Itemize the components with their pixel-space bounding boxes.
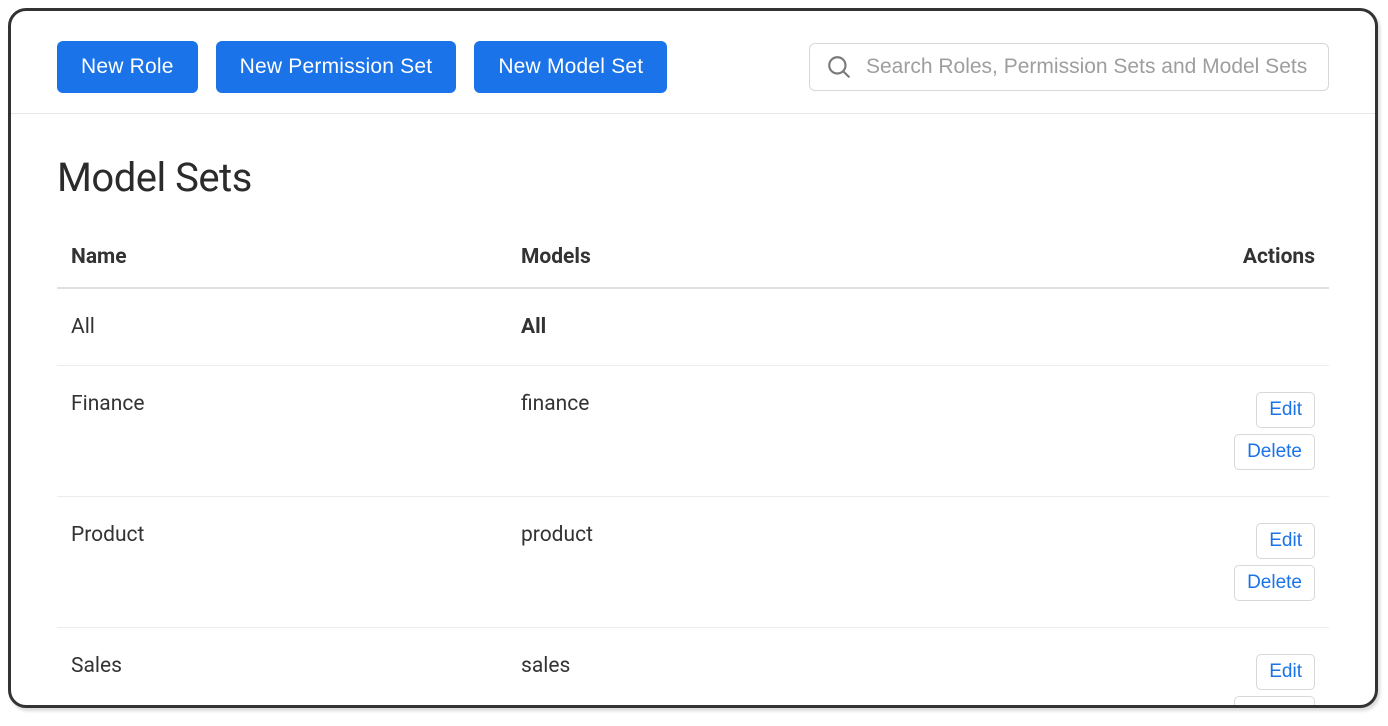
top-toolbar: New Role New Permission Set New Model Se… bbox=[11, 11, 1375, 114]
delete-button[interactable]: Delete bbox=[1234, 696, 1315, 708]
cell-name: All bbox=[71, 315, 521, 339]
delete-button[interactable]: Delete bbox=[1234, 565, 1315, 601]
cell-name: Finance bbox=[71, 392, 521, 416]
edit-button[interactable]: Edit bbox=[1256, 654, 1315, 690]
search-input[interactable] bbox=[866, 55, 1312, 79]
search-container[interactable] bbox=[809, 43, 1329, 91]
cell-models: All bbox=[521, 315, 1175, 339]
new-model-set-button[interactable]: New Model Set bbox=[474, 41, 667, 93]
new-role-button[interactable]: New Role bbox=[57, 41, 198, 93]
cell-name: Product bbox=[71, 523, 521, 547]
column-header-name: Name bbox=[71, 245, 521, 269]
column-header-models: Models bbox=[521, 245, 1175, 269]
cell-actions: Edit Delete bbox=[1175, 654, 1315, 708]
cell-actions: Edit Delete bbox=[1175, 392, 1315, 470]
table-header-row: Name Models Actions bbox=[57, 245, 1329, 289]
cell-models: sales bbox=[521, 654, 1175, 678]
main-content: Model Sets Name Models Actions AllAll Fin… bbox=[11, 114, 1375, 708]
table-row: Productproduct Edit Delete bbox=[57, 497, 1329, 628]
edit-button[interactable]: Edit bbox=[1256, 523, 1315, 559]
cell-name: Sales bbox=[71, 654, 521, 678]
cell-models: finance bbox=[521, 392, 1175, 416]
table-row: Salessales Edit Delete bbox=[57, 628, 1329, 708]
column-header-actions: Actions bbox=[1175, 245, 1315, 269]
cell-models: product bbox=[521, 523, 1175, 547]
table-row: Financefinance Edit Delete bbox=[57, 366, 1329, 497]
app-window: New Role New Permission Set New Model Se… bbox=[8, 8, 1378, 708]
search-icon bbox=[826, 54, 852, 80]
table-row: AllAll bbox=[57, 289, 1329, 366]
edit-button[interactable]: Edit bbox=[1256, 392, 1315, 428]
page-title: Model Sets bbox=[57, 154, 1329, 201]
cell-actions: Edit Delete bbox=[1175, 523, 1315, 601]
new-permission-set-button[interactable]: New Permission Set bbox=[216, 41, 457, 93]
delete-button[interactable]: Delete bbox=[1234, 434, 1315, 470]
table-body: AllAllFinancefinanceEditDeleteProductpro… bbox=[57, 289, 1329, 708]
